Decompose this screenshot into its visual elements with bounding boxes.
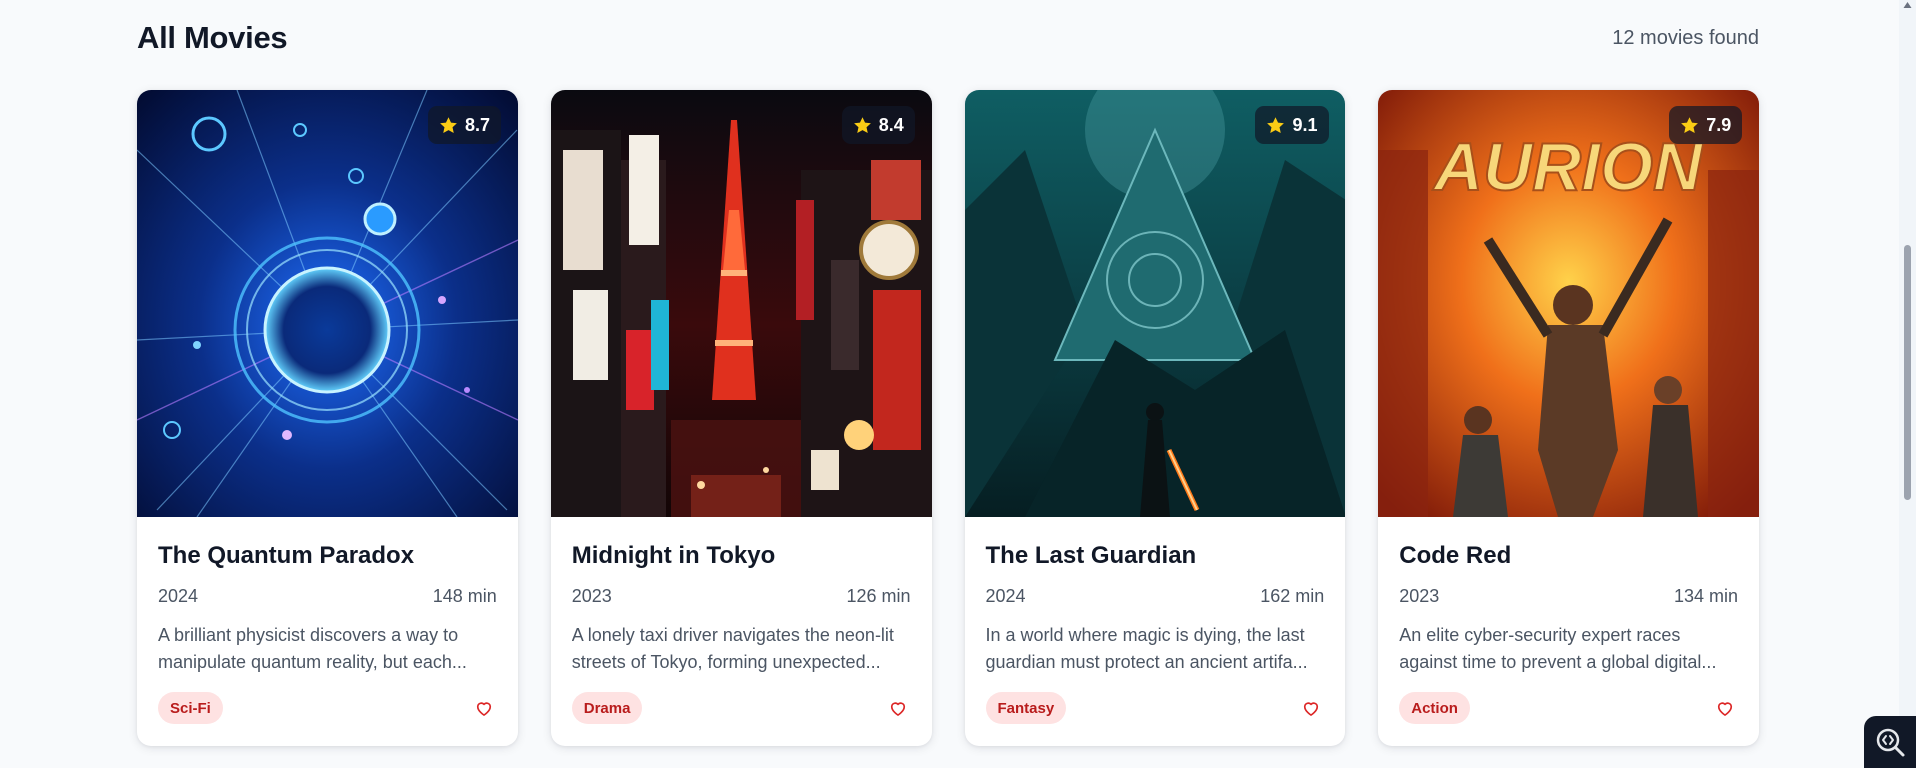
code-search-icon — [1876, 728, 1905, 757]
code-red-poster: AURION — [1378, 90, 1759, 517]
card-body: The Quantum Paradox 2024 148 min A brill… — [137, 517, 518, 725]
movies-section: All Movies 12 movies found 8.7 The Quant… — [137, 0, 1759, 746]
movie-duration: 134 min — [1673, 586, 1738, 607]
card-body: The Last Guardian 2024 162 min In a worl… — [965, 517, 1346, 725]
rating-value: 9.1 — [1292, 114, 1318, 135]
card-footer: Action — [1399, 692, 1738, 725]
movie-card[interactable]: AURION 7.9 Code Red 2023 134 min An elit… — [1378, 90, 1759, 746]
chevron-up-icon[interactable] — [1902, 0, 1913, 10]
floating-tool-button[interactable] — [1864, 716, 1916, 768]
vertical-scrollbar[interactable] — [1899, 0, 1916, 768]
heart-icon — [1304, 702, 1319, 717]
rating-badge: 9.1 — [1255, 106, 1329, 144]
movie-meta: 2023 126 min — [572, 586, 911, 607]
favorite-button[interactable] — [1712, 695, 1738, 721]
scrollbar-thumb[interactable] — [1904, 245, 1911, 500]
card-body: Midnight in Tokyo 2023 126 min A lonely … — [551, 517, 932, 725]
movie-meta: 2024 162 min — [986, 586, 1325, 607]
movie-duration: 126 min — [846, 586, 911, 607]
star-icon — [440, 116, 457, 133]
movie-card[interactable]: 8.4 Midnight in Tokyo 2023 126 min A lon… — [550, 90, 932, 746]
card-footer: Sci-Fi — [158, 692, 497, 725]
movie-meta: 2024 148 min — [158, 586, 497, 607]
movie-description: A lonely taxi driver navigates the neon-… — [571, 625, 894, 673]
quantum-portal-poster — [137, 90, 518, 517]
genre-tag: Action — [1399, 692, 1470, 725]
movie-description: In a world where magic is dying, the las… — [985, 625, 1308, 673]
movie-meta: 2023 134 min — [1399, 586, 1738, 607]
heart-icon — [476, 702, 491, 717]
movie-year: 2023 — [571, 586, 612, 607]
rating-badge: 8.4 — [841, 106, 915, 144]
star-icon — [1681, 116, 1699, 133]
heart-icon — [1717, 702, 1733, 717]
favorite-button[interactable] — [1298, 695, 1324, 721]
results-count: 12 movies found — [1612, 26, 1759, 49]
genre-tag: Fantasy — [985, 692, 1067, 725]
movie-year: 2024 — [985, 586, 1026, 607]
genre-tag: Sci-Fi — [158, 692, 223, 725]
favorite-button[interactable] — [471, 695, 497, 721]
movie-grid: 8.7 The Quantum Paradox 2024 148 min A b… — [137, 90, 1759, 746]
guardian-mountain-poster — [964, 90, 1346, 517]
movie-poster[interactable]: 8.7 — [137, 90, 518, 517]
movie-title[interactable]: Code Red — [1399, 542, 1738, 569]
card-body: Code Red 2023 134 min An elite cyber-sec… — [1378, 517, 1759, 725]
movie-year: 2024 — [158, 586, 199, 607]
poster-title-text: AURION — [1432, 129, 1704, 205]
section-header: All Movies 12 movies found — [137, 0, 1759, 76]
movie-card[interactable]: 8.7 The Quantum Paradox 2024 148 min A b… — [137, 90, 518, 746]
movie-duration: 148 min — [432, 586, 497, 607]
movie-description: An elite cyber-security expert races aga… — [1399, 625, 1717, 673]
movie-title[interactable]: The Last Guardian — [986, 542, 1325, 569]
favorite-button[interactable] — [885, 695, 911, 721]
card-footer: Drama — [571, 692, 911, 725]
heart-icon — [890, 702, 905, 717]
movie-description: A brilliant physicist discovers a way to… — [158, 625, 467, 673]
rating-value: 8.7 — [464, 114, 490, 135]
card-footer: Fantasy — [985, 692, 1325, 725]
rating-value: 7.9 — [1706, 114, 1732, 135]
movie-year: 2023 — [1399, 586, 1440, 607]
movie-poster[interactable]: AURION 7.9 — [1378, 90, 1759, 517]
rating-value: 8.4 — [878, 114, 904, 135]
tokyo-night-poster — [550, 90, 932, 517]
movie-title[interactable]: The Quantum Paradox — [158, 542, 497, 569]
star-icon — [853, 116, 871, 133]
genre-tag: Drama — [571, 692, 643, 725]
movie-duration: 162 min — [1260, 586, 1325, 607]
page-title: All Movies — [137, 20, 288, 55]
movie-card[interactable]: 9.1 The Last Guardian 2024 162 min In a … — [964, 90, 1346, 746]
rating-badge: 8.7 — [427, 106, 501, 144]
star-icon — [1267, 116, 1285, 133]
movie-title[interactable]: Midnight in Tokyo — [572, 542, 911, 569]
rating-badge: 7.9 — [1669, 106, 1743, 144]
movie-poster[interactable]: 9.1 — [964, 90, 1346, 517]
movie-poster[interactable]: 8.4 — [550, 90, 932, 517]
